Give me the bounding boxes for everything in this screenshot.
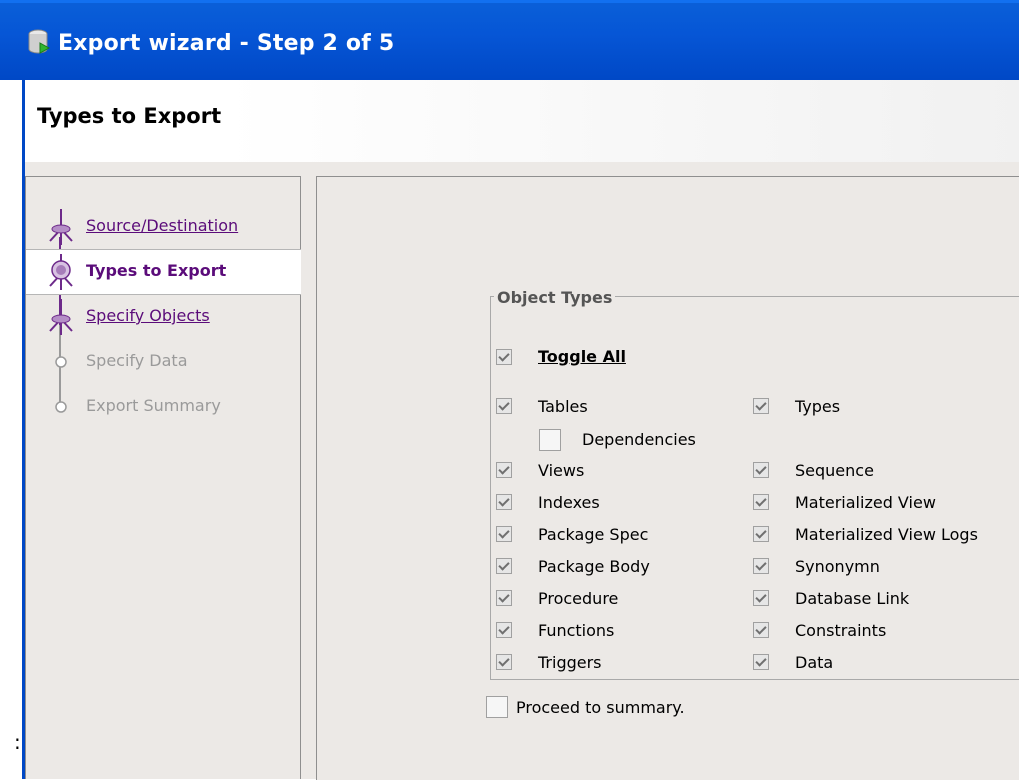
step-label: Source/Destination xyxy=(86,216,239,235)
triggers-checkbox[interactable] xyxy=(496,654,512,670)
database-link-checkbox[interactable] xyxy=(753,590,769,606)
database-link-label: Database Link xyxy=(795,589,910,608)
window-title: Export wizard - Step 2 of 5 xyxy=(58,31,395,56)
materialized-view-logs-label: Materialized View Logs xyxy=(795,525,978,544)
step-pending-icon xyxy=(55,356,67,368)
dependencies-checkbox[interactable] xyxy=(539,429,561,451)
sequence-label: Sequence xyxy=(795,461,874,480)
side-mark: : xyxy=(14,730,21,754)
procedure-checkbox[interactable] xyxy=(496,590,512,606)
package-spec-checkbox[interactable] xyxy=(496,526,512,542)
toggle-all-checkbox[interactable] xyxy=(496,349,512,365)
step-label: Types to Export xyxy=(86,261,227,280)
synonymn-label: Synonymn xyxy=(795,557,880,576)
data-label: Data xyxy=(795,653,834,672)
step-pending-icon xyxy=(55,401,67,413)
sequence-checkbox[interactable] xyxy=(753,462,769,478)
step-label: Specify Objects xyxy=(86,306,210,325)
object-types-legend: Object Types xyxy=(494,288,616,307)
left-strip: : xyxy=(0,80,22,779)
views-label: Views xyxy=(538,461,585,480)
wizard-header: Types to Export xyxy=(22,80,1019,162)
step-specify-data: Specify Data xyxy=(26,340,301,384)
proceed-to-summary-label[interactable]: Proceed to summary. xyxy=(516,698,685,717)
toggle-all-label[interactable]: Toggle All xyxy=(538,347,626,366)
synonymn-checkbox[interactable] xyxy=(753,558,769,574)
constraints-label: Constraints xyxy=(795,621,887,640)
package-spec-label: Package Spec xyxy=(538,525,649,544)
tables-checkbox[interactable] xyxy=(496,398,512,414)
data-checkbox[interactable] xyxy=(753,654,769,670)
types-label: Types xyxy=(795,397,841,416)
indexes-checkbox[interactable] xyxy=(496,494,512,510)
step-export-summary: Export Summary xyxy=(26,385,301,429)
procedure-label: Procedure xyxy=(538,589,619,608)
indexes-label: Indexes xyxy=(538,493,600,512)
step-current-icon xyxy=(49,254,73,290)
materialized-view-label: Materialized View xyxy=(795,493,936,512)
tables-label: Tables xyxy=(538,397,588,416)
triggers-label: Triggers xyxy=(538,653,602,672)
database-export-icon xyxy=(28,29,50,54)
views-checkbox[interactable] xyxy=(496,462,512,478)
step-types-to-export[interactable]: Types to Export xyxy=(26,249,301,295)
step-label: Specify Data xyxy=(86,351,188,370)
title-bar: Export wizard - Step 2 of 5 xyxy=(0,0,1019,80)
dependencies-label: Dependencies xyxy=(582,430,696,449)
functions-label: Functions xyxy=(538,621,615,640)
package-body-label: Package Body xyxy=(538,557,650,576)
step-source-destination[interactable]: Source/Destination xyxy=(26,205,301,249)
materialized-view-logs-checkbox[interactable] xyxy=(753,526,769,542)
step-navigation-panel: Source/Destination Types to Export Speci… xyxy=(25,176,301,779)
materialized-view-checkbox[interactable] xyxy=(753,494,769,510)
step-done-icon xyxy=(49,209,73,245)
proceed-to-summary-checkbox[interactable] xyxy=(486,696,508,718)
step-done-icon xyxy=(49,299,73,335)
functions-checkbox[interactable] xyxy=(496,622,512,638)
constraints-checkbox[interactable] xyxy=(753,622,769,638)
step-specify-objects[interactable]: Specify Objects xyxy=(26,295,301,339)
step-label: Export Summary xyxy=(86,396,221,415)
package-body-checkbox[interactable] xyxy=(496,558,512,574)
page-title: Types to Export xyxy=(37,104,222,128)
types-checkbox[interactable] xyxy=(753,398,769,414)
